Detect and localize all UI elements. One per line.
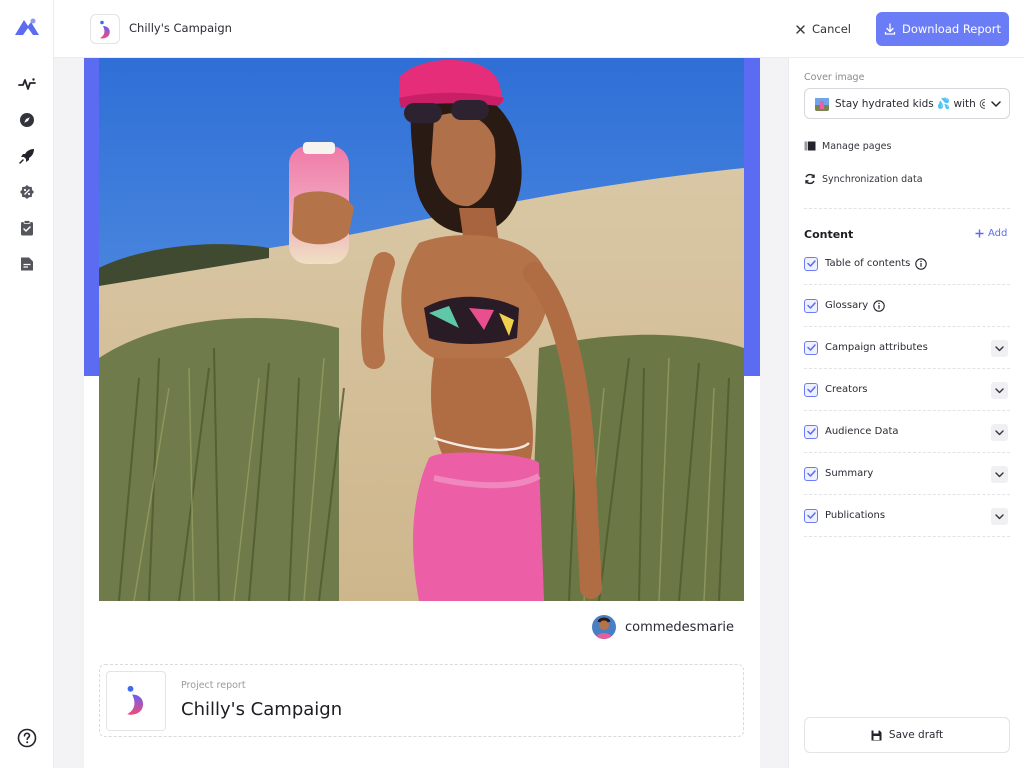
- checkbox[interactable]: [804, 508, 818, 523]
- checkbox[interactable]: [804, 340, 818, 355]
- chevron-down-icon: [991, 100, 1001, 107]
- cancel-button[interactable]: Cancel: [796, 19, 851, 39]
- sync-data-label: Synchronization data: [822, 173, 923, 185]
- brand-mountain-icon[interactable]: [13, 15, 41, 39]
- activity-icon[interactable]: [17, 74, 37, 94]
- checkbox[interactable]: [804, 298, 818, 313]
- report-preview: commedesmarie Project report Chilly's Ca…: [84, 58, 760, 768]
- cancel-label: Cancel: [812, 22, 851, 36]
- checkmark-icon: [806, 470, 816, 477]
- report-title-card: Project report Chilly's Campaign: [99, 664, 744, 737]
- cover-photo: [99, 58, 744, 601]
- content-item[interactable]: Table of contents: [804, 243, 1010, 285]
- content-item[interactable]: Glossary: [804, 285, 1010, 327]
- save-draft-label: Save draft: [888, 729, 944, 741]
- page-title: Chilly's Campaign: [129, 21, 232, 35]
- document-icon[interactable]: [17, 254, 37, 274]
- content-item-label: Creators: [825, 384, 868, 395]
- clipboard-check-icon[interactable]: [17, 218, 37, 238]
- pages-icon: [804, 141, 816, 151]
- creator-credit: commedesmarie: [592, 614, 734, 640]
- checkbox[interactable]: [804, 382, 818, 397]
- manage-pages-button[interactable]: Manage pages: [804, 137, 891, 155]
- expand-button[interactable]: [991, 508, 1008, 525]
- content-item[interactable]: Campaign attributes: [804, 327, 1010, 369]
- content-item-label: Table of contents: [825, 258, 911, 269]
- checkbox[interactable]: [804, 424, 818, 439]
- info-icon[interactable]: [873, 299, 885, 312]
- content-item[interactable]: Publications: [804, 495, 1010, 537]
- expand-button[interactable]: [991, 340, 1008, 357]
- checkmark-icon: [806, 386, 816, 393]
- content-item-label: Audience Data: [825, 426, 899, 437]
- settings-panel: Cover image Stay hydrated kids 💦 with @c…: [788, 58, 1024, 768]
- content-item-label: Campaign attributes: [825, 342, 928, 353]
- expand-button[interactable]: [991, 424, 1008, 441]
- help-circle-icon[interactable]: [17, 728, 37, 748]
- checkbox[interactable]: [804, 466, 818, 481]
- content-item-label: Glossary: [825, 300, 869, 311]
- chevron-down-icon: [995, 387, 1004, 393]
- chevron-down-icon: [995, 429, 1004, 435]
- save-draft-button[interactable]: Save draft: [804, 717, 1010, 753]
- compass-icon[interactable]: [17, 110, 37, 130]
- download-icon: [884, 23, 896, 35]
- chevron-down-icon: [995, 345, 1004, 351]
- cover-thumbnail: [815, 97, 829, 111]
- info-icon[interactable]: [915, 257, 928, 270]
- checkmark-icon: [806, 428, 816, 435]
- creator-handle[interactable]: commedesmarie: [625, 620, 734, 635]
- expand-button[interactable]: [991, 382, 1008, 399]
- creator-avatar: [592, 615, 616, 639]
- cover-image-label: Cover image: [804, 72, 865, 83]
- report-kicker: Project report: [181, 680, 246, 691]
- top-bar: Chilly's Campaign Cancel Download Report: [54, 0, 1024, 58]
- checkmark-icon: [806, 302, 816, 309]
- download-label: Download Report: [902, 22, 1001, 36]
- rocket-icon[interactable]: [17, 146, 37, 166]
- campaign-brand-logo: [90, 14, 120, 44]
- left-rail: [0, 0, 54, 768]
- close-icon: [796, 24, 805, 34]
- download-report-button[interactable]: Download Report: [876, 12, 1009, 46]
- content-item-label: Publications: [825, 510, 886, 521]
- plus-icon: [975, 229, 984, 238]
- content-item[interactable]: Creators: [804, 369, 1010, 411]
- content-item[interactable]: Audience Data: [804, 411, 1010, 453]
- checkmark-icon: [806, 512, 816, 519]
- add-content-button[interactable]: Add: [975, 228, 1007, 239]
- expand-button[interactable]: [991, 466, 1008, 483]
- section-divider: [804, 208, 1010, 209]
- add-label: Add: [988, 228, 1008, 239]
- content-heading: Content: [804, 228, 854, 241]
- cover-image-value: Stay hydrated kids 💦 with @c...: [835, 98, 985, 110]
- content-item-label: Summary: [825, 468, 874, 479]
- percent-badge-icon[interactable]: [17, 182, 37, 202]
- chevron-down-icon: [995, 471, 1004, 477]
- checkmark-icon: [806, 344, 816, 351]
- campaign-brand-logo: [106, 671, 166, 731]
- chevron-down-icon: [995, 513, 1004, 519]
- cover-image-select[interactable]: Stay hydrated kids 💦 with @c...: [804, 88, 1010, 119]
- checkbox[interactable]: [804, 256, 818, 271]
- refresh-icon: [805, 173, 815, 185]
- report-title: Chilly's Campaign: [181, 699, 343, 720]
- floppy-disk-icon: [871, 730, 882, 740]
- content-item[interactable]: Summary: [804, 453, 1010, 495]
- manage-pages-label: Manage pages: [822, 140, 892, 152]
- checkmark-icon: [806, 260, 816, 267]
- synchronization-data-button[interactable]: Synchronization data: [804, 170, 923, 188]
